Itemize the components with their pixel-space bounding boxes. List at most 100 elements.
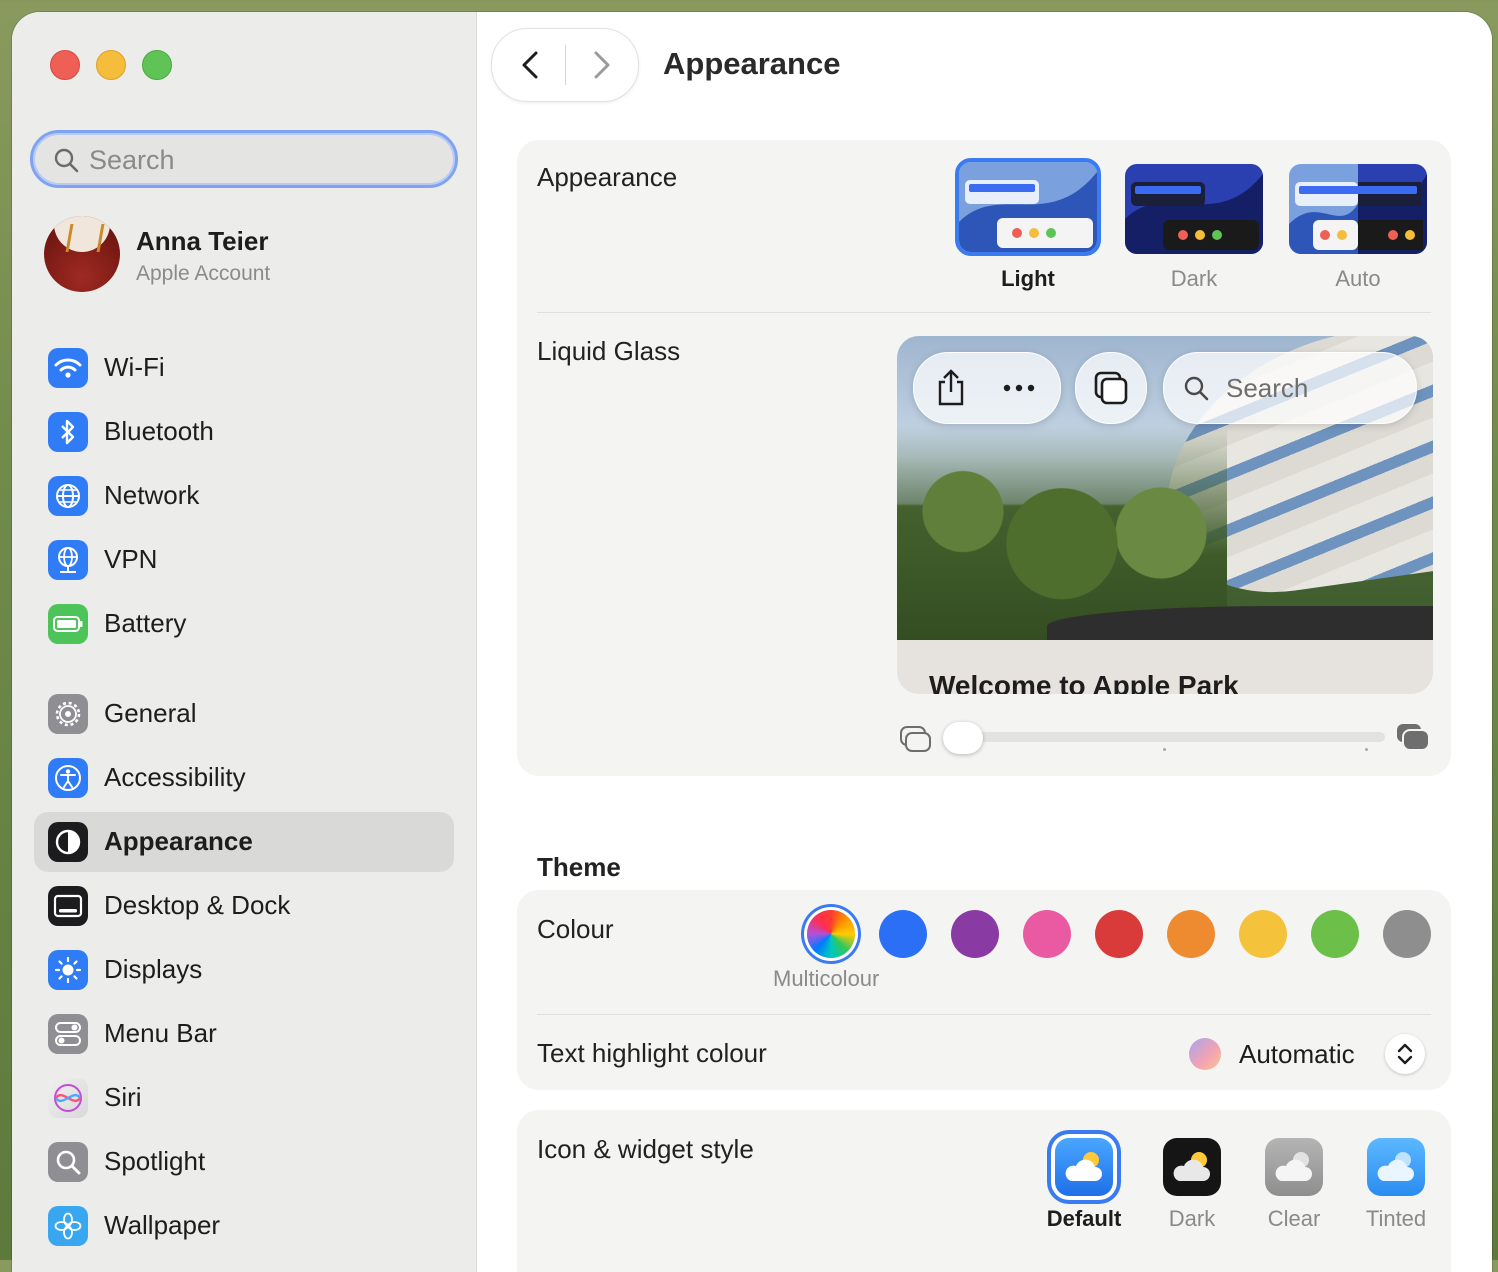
sidebar-item-spotlight[interactable]: Spotlight (34, 1132, 454, 1192)
sidebar-item-displays[interactable]: Displays (34, 940, 454, 1000)
row-separator (537, 312, 1431, 313)
siri-icon (48, 1078, 88, 1118)
sidebar-item-bluetooth[interactable]: Bluetooth (34, 402, 454, 462)
sidebar: Anna Teier Apple Account Wi-Fi Bluetooth… (12, 12, 477, 1272)
chevron-up-down-icon (1397, 1043, 1413, 1065)
sidebar-item-wifi[interactable]: Wi-Fi (34, 338, 454, 398)
account-subtitle: Apple Account (136, 262, 271, 285)
sidebar-item-label: Spotlight (104, 1146, 206, 1176)
history-nav (491, 28, 639, 102)
back-button[interactable] (516, 49, 546, 81)
colour-swatch-purple[interactable] (951, 910, 999, 958)
colour-swatch-yellow[interactable] (1239, 910, 1287, 958)
preview-share-more-pill (913, 352, 1061, 424)
colour-swatch-red[interactable] (1095, 910, 1143, 958)
flower-icon (48, 1206, 88, 1246)
preview-search-pill: Search (1163, 352, 1417, 424)
sidebar-item-label: VPN (104, 544, 158, 574)
minimize-window-button[interactable] (96, 50, 126, 80)
theme-title: Theme (537, 852, 621, 882)
liquid-glass-preview: Search Welcome to Apple Park (897, 336, 1433, 694)
sidebar-item-wallpaper[interactable]: Wallpaper (34, 1196, 454, 1256)
colour-swatch-graphite[interactable] (1383, 910, 1431, 958)
highlight-colour-dot (1189, 1038, 1221, 1070)
glass-slider-track[interactable] (965, 732, 1385, 742)
preview-caption: Welcome to Apple Park (929, 670, 1239, 694)
sidebar-item-siri[interactable]: Siri (34, 1068, 454, 1128)
nav-divider (565, 45, 566, 85)
colour-swatch-multicolour[interactable] (807, 910, 855, 958)
appearance-light-option[interactable] (955, 158, 1101, 256)
toggles-icon (48, 1014, 88, 1054)
glass-slider-knob[interactable] (943, 722, 983, 754)
sidebar-item-label: Bluetooth (104, 416, 214, 446)
icon-style-dark-option[interactable] (1163, 1138, 1221, 1196)
appearance-auto-label: Auto (1335, 266, 1381, 291)
sidebar-item-general[interactable]: General (34, 684, 454, 744)
sidebar-item-label: Wallpaper (104, 1210, 221, 1240)
colour-swatch-orange[interactable] (1167, 910, 1215, 958)
slider-tick (1163, 748, 1166, 751)
selected-colour-label: Multicolour (773, 966, 880, 991)
globe-icon (48, 476, 88, 516)
preview-tabs-pill (1075, 352, 1147, 424)
appearance-light-label: Light (1001, 266, 1055, 291)
icon-style-default-label: Default (1046, 1206, 1122, 1231)
colour-swatch-blue[interactable] (879, 910, 927, 958)
sidebar-item-label: Wi-Fi (104, 352, 165, 382)
gear-icon (48, 694, 88, 734)
appearance-icon (48, 822, 88, 862)
sidebar-item-label: Network (104, 480, 200, 510)
sidebar-item-label: General (104, 698, 197, 728)
icon-style-tinted-option[interactable] (1367, 1138, 1425, 1196)
icon-style-default-option[interactable] (1055, 1138, 1113, 1196)
zoom-window-button[interactable] (142, 50, 172, 80)
bluetooth-icon (48, 412, 88, 452)
sidebar-item-label: Menu Bar (104, 1018, 217, 1048)
close-window-button[interactable] (50, 50, 80, 80)
liquid-glass-label: Liquid Glass (537, 336, 681, 366)
share-icon (938, 369, 964, 406)
sidebar-item-label: Battery (104, 608, 187, 638)
magnifier-icon (48, 1142, 88, 1182)
dock-icon (48, 886, 88, 926)
apple-account[interactable]: Anna Teier Apple Account (42, 216, 462, 296)
glass-tinted-icon (1397, 724, 1430, 751)
sidebar-item-accessibility[interactable]: Accessibility (34, 748, 454, 808)
theme-card: Colour Multicolour Text highlight colour… (517, 890, 1451, 1090)
row-separator (537, 1014, 1431, 1015)
sidebar-item-label: Displays (104, 954, 203, 984)
search-input[interactable] (87, 141, 431, 179)
sidebar-item-vpn[interactable]: VPN (34, 530, 454, 590)
icon-style-clear-option[interactable] (1265, 1138, 1323, 1196)
weather-icon (1377, 1152, 1414, 1181)
weather-icon (1173, 1152, 1210, 1181)
icon-style-card: Icon & widget style Default Dark Clear T… (517, 1110, 1451, 1272)
more-icon (1003, 384, 1035, 392)
sidebar-item-label: Siri (104, 1082, 142, 1112)
search-icon (1184, 376, 1209, 401)
tabs-icon (1094, 371, 1128, 405)
page-title: Appearance (663, 46, 841, 81)
colour-swatch-pink[interactable] (1023, 910, 1071, 958)
appearance-label: Appearance (537, 162, 678, 192)
sidebar-search[interactable] (30, 130, 458, 188)
forward-button[interactable] (586, 49, 616, 81)
sidebar-item-network[interactable]: Network (34, 466, 454, 526)
appearance-dark-option[interactable] (1125, 164, 1263, 254)
icon-style-tinted-label: Tinted (1365, 1206, 1427, 1231)
wifi-icon (48, 348, 88, 388)
main-panel: Appearance Appearance Light Dark Auto Li… (477, 12, 1492, 1272)
colour-swatch-green[interactable] (1311, 910, 1359, 958)
appearance-auto-option[interactable] (1289, 164, 1427, 254)
settings-window: Anna Teier Apple Account Wi-Fi Bluetooth… (12, 12, 1492, 1272)
slider-tick (1365, 748, 1368, 751)
highlight-popup-button[interactable] (1385, 1034, 1425, 1074)
sidebar-item-desktop-dock[interactable]: Desktop & Dock (34, 876, 454, 936)
sidebar-item-label: Accessibility (104, 762, 246, 792)
sidebar-item-menu-bar[interactable]: Menu Bar (34, 1004, 454, 1064)
accessibility-icon (48, 758, 88, 798)
sidebar-item-battery[interactable]: Battery (34, 594, 454, 654)
sidebar-item-appearance[interactable]: Appearance (34, 812, 454, 872)
weather-icon (1275, 1152, 1312, 1181)
